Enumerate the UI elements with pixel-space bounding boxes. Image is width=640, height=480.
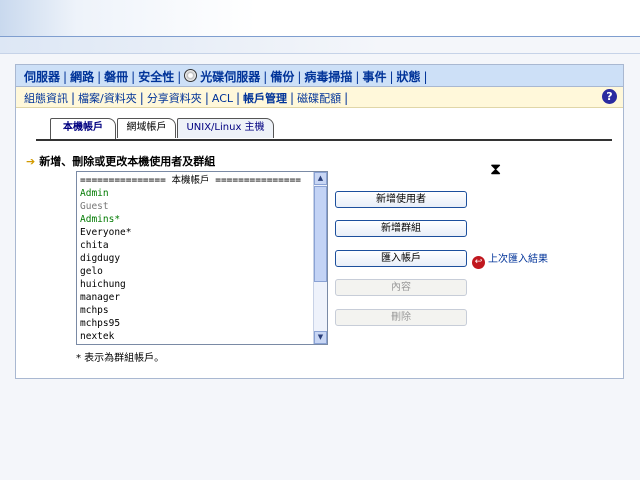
list-item[interactable]: mchps <box>80 304 308 317</box>
list-item[interactable]: mchps95 <box>80 317 308 330</box>
list-item[interactable]: Guest <box>80 200 308 213</box>
arrow-icon: ➔ <box>26 155 36 168</box>
nav-virus-scan[interactable]: 病毒掃描 <box>304 70 352 84</box>
last-import-result[interactable]: ↩ 上次匯入結果 <box>472 250 548 269</box>
subnav-acl[interactable]: ACL <box>212 92 233 105</box>
list-item[interactable]: digdugy <box>80 252 308 265</box>
add-user-button[interactable]: 新增使用者 <box>335 191 467 208</box>
list-item[interactable]: Admin <box>80 187 308 200</box>
list-item[interactable]: nextek <box>80 330 308 343</box>
scroll-thumb[interactable] <box>314 186 327 282</box>
nav-backup[interactable]: 備份 <box>270 70 294 84</box>
list-item[interactable]: huichung <box>80 278 308 291</box>
window-header <box>0 0 640 37</box>
list-item[interactable]: chita <box>80 239 308 252</box>
subnav-config[interactable]: 組態資訊 <box>24 92 68 105</box>
section-title: ➔ 新增、刪除或更改本機使用者及群組 <box>26 155 216 168</box>
main-nav: 伺服器 | 網路 | 磐冊 | 安全性 | 光碟伺服器 | 備份 | 病毒掃描 | 事件 | 狀態 | <box>16 65 623 87</box>
subnav-quota[interactable]: 磁碟配額 <box>297 92 341 105</box>
nav-security[interactable]: 安全性 <box>138 70 174 84</box>
tab-unix-hosts[interactable]: UNIX/Linux 主機 <box>177 118 274 138</box>
add-group-button[interactable]: 新增群組 <box>335 220 467 237</box>
account-list: =============== 本機帳戶 =============== Adm… <box>80 174 308 343</box>
list-item[interactable]: manager <box>80 291 308 304</box>
nav-server[interactable]: 伺服器 <box>24 70 60 84</box>
list-item[interactable]: gelo <box>80 265 308 278</box>
main-panel: 伺服器 | 網路 | 磐冊 | 安全性 | 光碟伺服器 | 備份 | 病毒掃描 | 事件 | 狀態 | 組態資訊 |… <box>15 64 624 379</box>
subnav-files[interactable]: 檔案/資料夾 <box>78 92 137 105</box>
last-import-link[interactable]: 上次匯入結果 <box>488 254 548 265</box>
tab-divider <box>36 139 612 141</box>
properties-button[interactable]: 內容 <box>335 279 467 296</box>
back-arrow-icon: ↩ <box>472 256 485 269</box>
scroll-down-icon[interactable]: ▼ <box>314 331 327 344</box>
list-item[interactable]: Everyone* <box>80 226 308 239</box>
sub-nav: 組態資訊 | 檔案/資料夾 | 分享資料夾 | ACL | 帳戶管理 | 磁碟配額 | ? <box>16 87 623 108</box>
account-listbox[interactable]: =============== 本機帳戶 =============== Adm… <box>76 171 328 345</box>
hourglass-icon: ⧗ <box>490 159 502 178</box>
nav-volume[interactable]: 磐冊 <box>104 70 128 84</box>
subnav-shares[interactable]: 分享資料夾 <box>147 92 202 105</box>
delete-button[interactable]: 刪除 <box>335 309 467 326</box>
help-icon[interactable]: ? <box>602 89 617 104</box>
list-header: =============== 本機帳戶 =============== <box>80 175 302 186</box>
listbox-scrollbar[interactable]: ▲ ▼ <box>313 172 327 344</box>
cd-icon <box>184 69 198 82</box>
import-accounts-button[interactable]: 匯入帳戶 <box>335 250 467 267</box>
tab-local-accounts[interactable]: 本機帳戶 <box>50 118 116 140</box>
tab-domain-accounts[interactable]: 網域帳戶 <box>117 118 176 138</box>
subnav-accounts[interactable]: 帳戶管理 <box>243 92 287 105</box>
nav-cd-server[interactable]: 光碟伺服器 <box>184 69 260 84</box>
header-strip <box>0 37 640 54</box>
nav-status[interactable]: 狀態 <box>397 70 421 84</box>
scroll-up-icon[interactable]: ▲ <box>314 172 327 185</box>
group-footnote: * 表示為群組帳戶。 <box>76 353 165 364</box>
nav-events[interactable]: 事件 <box>362 70 386 84</box>
list-item[interactable]: Admins* <box>80 213 308 226</box>
nav-network[interactable]: 網路 <box>70 70 94 84</box>
